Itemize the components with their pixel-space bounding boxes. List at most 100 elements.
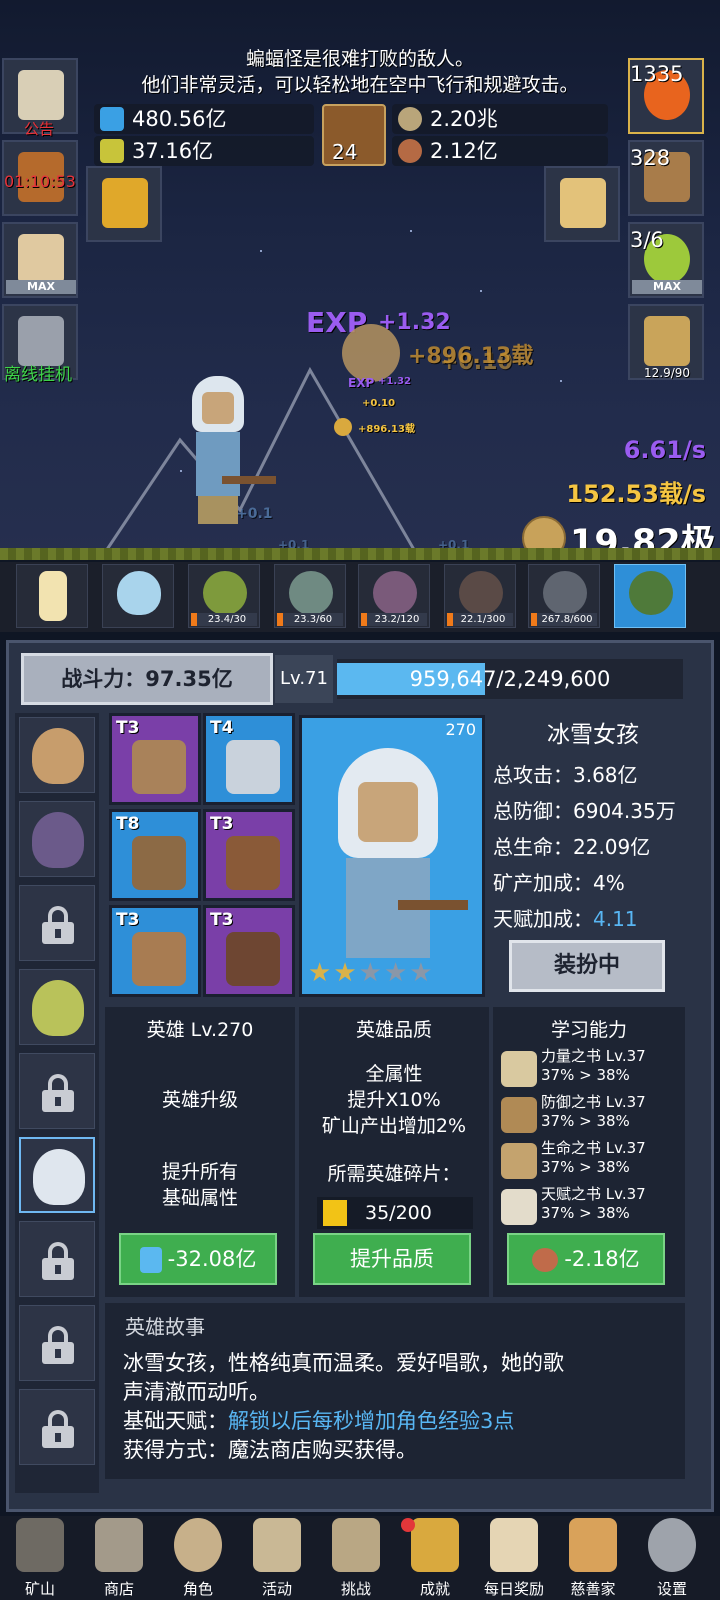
hero-portrait-frog[interactable] [19,969,95,1045]
hero-portrait-miner[interactable] [19,717,95,793]
gold-rate: 152.53载/s [566,480,706,508]
chest-button[interactable]: 328 [628,140,704,216]
hero-portrait-ice-girl-selected[interactable] [19,1137,95,1213]
announcement-button[interactable]: 公告 [2,58,78,138]
equip-tier: T4 [210,718,234,738]
gold-floating-small-b: +896.13载 [358,424,415,435]
monster-slot-spider[interactable]: 22.1/300 [444,564,516,628]
stone-icon [95,1518,143,1572]
miner-face-icon [32,728,84,784]
potion-button[interactable]: 1335 [628,58,704,134]
monster-slot-zombie[interactable]: 23.3/60 [274,564,346,628]
hero-sprite [188,376,248,526]
boots-icon [226,836,280,890]
sword-button[interactable]: 12.9/90 [628,304,704,380]
defense-book-row: 防御之书 Lv.37 37% > 38% [501,1093,681,1137]
hero-portrait-locked[interactable] [19,1221,95,1297]
hero-portrait-locked[interactable] [19,885,95,961]
equip-tier: T3 [116,910,140,930]
talent-book-icon [501,1189,537,1225]
hero-portrait-witch[interactable] [19,801,95,877]
game-scene: 蝙蝠怪是很难打败的敌人。 他们非常灵活，可以轻松地在空中飞行和规避攻击。 480… [0,0,720,560]
quality-line-2: 提升X10% [347,1089,441,1111]
book-progress: 37% > 38% [541,1204,630,1222]
nav-mine[interactable]: 矿山 [0,1516,80,1600]
upgrade-quality-button[interactable]: 提升品质 [313,1233,471,1285]
equip-slot-staff[interactable]: T4 [203,713,295,805]
hero-story-body: 冰雪女孩，性格纯真而温柔。爱好唱歌，她的歌 声清澈而动听。 基础天赋：解锁以后每… [123,1349,679,1465]
monster-slot-slime[interactable]: 23.4/30 [188,564,260,628]
stat-defense: 总防御：6904.35万 [493,799,676,823]
monster-slot-orc-selected[interactable] [614,564,686,628]
meat-amount: 2.12亿 [430,139,498,163]
life-book-text: 生命之书 Lv.37 37% > 38% [541,1139,646,1177]
nav-daily-reward[interactable]: 每日奖励 [474,1516,554,1600]
hero-portrait-locked[interactable] [19,1053,95,1129]
frog-face-icon [32,980,84,1036]
witch-face-icon [32,812,84,868]
offline-idle-button[interactable]: 离线挂机 [2,304,78,385]
star-icon: ★ [308,958,334,988]
nav-achievement[interactable]: 成就 [395,1516,475,1600]
learning-upgrade-button[interactable]: -2.18亿 [507,1233,665,1285]
candle-slot[interactable] [16,564,88,628]
shard-count: 35/200 [365,1202,432,1224]
lock-icon [42,1326,74,1364]
bread-button[interactable] [544,166,620,242]
stat-talent-bonus: 天赋加成：4.11 [493,901,693,937]
stat-talent-label: 天赋加成： [493,907,593,931]
nav-label: 设置 [656,1580,687,1598]
lock-icon [42,1410,74,1448]
egg-slot[interactable] [102,564,174,628]
nav-settings[interactable]: 设置 [632,1516,712,1600]
equip-slot-boots[interactable]: T3 [203,809,295,901]
ice-girl-face-icon [33,1149,85,1205]
dress-up-button[interactable]: 装扮中 [509,940,665,992]
key-icon [18,316,64,366]
skull-icon [174,1518,222,1572]
hero-portrait-locked[interactable] [19,1389,95,1465]
equip-slot-sword[interactable]: T3 [109,713,201,805]
star [410,230,412,232]
coin-amount: 2.20兆 [430,107,498,131]
nav-shop[interactable]: 商店 [79,1516,159,1600]
nav-character[interactable]: 角色 [158,1516,238,1600]
drink-button[interactable]: MAX [2,222,78,298]
notice-line-1: 蝙蝠怪是很难打败的敌人。 [245,48,474,70]
hero-stats: 冰雪女孩 总攻击：3.68亿 总防御：6904.35万 总生命：22.09亿 矿… [493,715,693,937]
hero-panel: 战斗力：97.35亿 Lv.71 959,647/2,249,600 T3 T4… [6,640,714,1512]
star [260,250,262,252]
coin-resource: 2.20兆 [392,104,608,134]
nav-label: 活动 [261,1580,292,1598]
hero-upgrade-cost: -32.08亿 [167,1247,257,1271]
book-icon[interactable]: 24 [322,104,386,166]
sword-progress: 12.9/90 [644,366,691,380]
book-progress: 37% > 38% [541,1112,630,1130]
hero-quality-section: 英雄品质 全属性 提升X10% 矿山产出增加2% 所需英雄碎片： 35/200 … [299,1007,489,1297]
hero-portrait-locked[interactable] [19,1305,95,1381]
equip-slot-hat[interactable]: T8 [109,809,201,901]
nav-label: 角色 [182,1580,213,1598]
sword-icon [644,316,690,366]
life-book-row: 生命之书 Lv.37 37% > 38% [501,1139,681,1183]
hero-shovel-icon [398,900,468,910]
torch-button[interactable]: 01:10:53 [2,140,78,216]
golden-key-button[interactable] [86,166,162,242]
nav-challenge[interactable]: 挑战 [316,1516,396,1600]
yellow-potion-icon [100,139,124,163]
monster-slot-ghoul[interactable]: 267.8/600 [528,564,600,628]
slime-max-tag: MAX [632,280,702,294]
talent-book-row: 天赋之书 Lv.37 37% > 38% [501,1185,681,1229]
star-icon: ★ [383,958,410,988]
story-talent-text: 解锁以后每秒增加角色经验3点 [228,1409,515,1433]
shovel-icon [222,476,276,484]
equip-slot-armor[interactable]: T3 [203,905,295,997]
slime-button[interactable]: 3/6 MAX [628,222,704,298]
exp-floating-small-value: +1.32 [378,376,412,387]
nav-philanthropist[interactable]: 慈善家 [553,1516,633,1600]
hero-upgrade-button[interactable]: -32.08亿 [119,1233,277,1285]
monster-slot-bat[interactable]: 23.2/120 [358,564,430,628]
nav-activity[interactable]: 活动 [237,1516,317,1600]
monster-kill-count: 23.4/30 [191,613,257,626]
equip-slot-helmet[interactable]: T3 [109,905,201,997]
